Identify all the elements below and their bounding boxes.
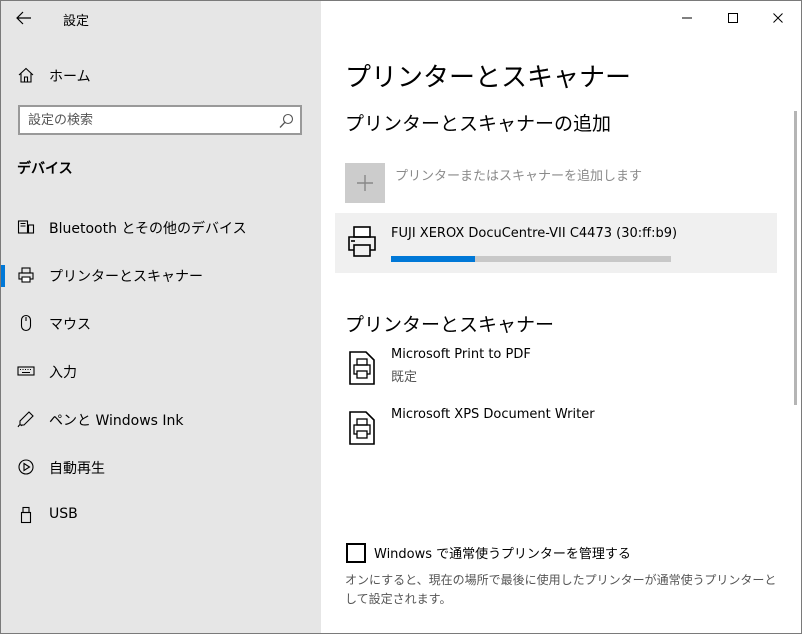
maximize-icon xyxy=(728,13,738,23)
progress-fill xyxy=(391,256,475,262)
sidebar: 設定 ホーム デバイス Bluetooth とその他のデバイス xyxy=(1,1,321,633)
minimize-icon xyxy=(682,17,692,19)
minimize-button[interactable] xyxy=(664,1,710,35)
checkbox-label[interactable]: Windows で通常使うプリンターを管理する xyxy=(374,543,631,562)
add-printer-button[interactable] xyxy=(345,163,385,203)
search-box[interactable] xyxy=(18,105,302,135)
printer-name: Microsoft Print to PDF xyxy=(391,347,531,362)
close-button[interactable] xyxy=(755,1,801,35)
section-heading: デバイス xyxy=(17,161,73,177)
main-content: プリンターとスキャナー プリンターとスキャナーの追加 プリンターまたはスキャナー… xyxy=(321,1,801,633)
printer-document-icon xyxy=(349,411,375,445)
home-icon xyxy=(18,67,34,83)
found-device-name: FUJI XEROX DocuCentre-VII C4473 (30:ff:b… xyxy=(391,226,678,241)
app-title: 設定 xyxy=(63,14,90,29)
sidebar-item-autoplay[interactable]: 自動再生 xyxy=(1,447,321,487)
scrollbar[interactable] xyxy=(794,111,797,405)
usb-icon xyxy=(20,506,32,524)
mouse-icon xyxy=(20,314,32,332)
sidebar-item-label: ホーム xyxy=(49,69,91,85)
printer-document-icon xyxy=(349,351,375,385)
sidebar-item-label: USB xyxy=(49,506,78,522)
add-device-progress-bar xyxy=(391,256,671,262)
back-button[interactable] xyxy=(9,5,39,31)
sidebar-item-home[interactable]: ホーム xyxy=(1,59,321,91)
add-section-heading: プリンターとスキャナーの追加 xyxy=(345,113,612,135)
sidebar-item-usb[interactable]: USB xyxy=(1,495,321,535)
sidebar-item-pen[interactable]: ペンと Windows Ink xyxy=(1,399,321,439)
sidebar-item-label: マウス xyxy=(49,317,91,333)
sidebar-item-label: プリンターとスキャナー xyxy=(49,269,203,285)
sidebar-item-typing[interactable]: 入力 xyxy=(1,351,321,391)
back-arrow-icon xyxy=(16,11,31,25)
maximize-button[interactable] xyxy=(710,1,756,35)
sidebar-item-label: ペンと Windows Ink xyxy=(49,413,184,429)
close-icon xyxy=(773,13,783,23)
printer-icon xyxy=(18,267,34,283)
search-icon[interactable] xyxy=(278,113,294,129)
autoplay-icon xyxy=(18,459,34,475)
page-title: プリンターとスキャナー xyxy=(345,63,632,93)
manage-default-printer-option[interactable]: Windows で通常使うプリンターを管理する xyxy=(345,541,785,565)
sidebar-item-mouse[interactable]: マウス xyxy=(1,303,321,343)
sidebar-item-label: Bluetooth とその他のデバイス xyxy=(49,221,247,237)
printer-item[interactable]: Microsoft XPS Document Writer xyxy=(345,407,765,457)
found-device-card[interactable]: FUJI XEROX DocuCentre-VII C4473 (30:ff:b… xyxy=(335,213,777,273)
help-text: オンにすると、現在の場所で最後に使用したプリンターが通常使うプリンターとして設定… xyxy=(345,573,777,606)
printers-section-heading: プリンターとスキャナー xyxy=(345,314,555,336)
keyboard-icon xyxy=(17,366,35,376)
sidebar-item-bluetooth[interactable]: Bluetooth とその他のデバイス xyxy=(1,207,321,247)
add-printer-label[interactable]: プリンターまたはスキャナーを追加します xyxy=(395,165,642,184)
search-input[interactable] xyxy=(28,111,268,129)
titlebar-left: 設定 xyxy=(1,1,321,35)
pen-icon xyxy=(17,411,34,428)
sidebar-item-printers[interactable]: プリンターとスキャナー xyxy=(1,255,321,295)
manage-default-printer-checkbox[interactable] xyxy=(346,543,366,563)
sidebar-item-label: 入力 xyxy=(49,365,77,381)
bluetooth-devices-icon xyxy=(17,220,35,234)
printer-item[interactable]: Microsoft Print to PDF 既定 xyxy=(345,347,765,397)
settings-window: 設定 ホーム デバイス Bluetooth とその他のデバイス xyxy=(0,0,802,634)
printer-status: 既定 xyxy=(391,370,418,385)
printer-name: Microsoft XPS Document Writer xyxy=(391,407,595,422)
sidebar-item-label: 自動再生 xyxy=(49,461,105,477)
plus-icon xyxy=(357,175,373,191)
printer-icon xyxy=(348,226,376,257)
